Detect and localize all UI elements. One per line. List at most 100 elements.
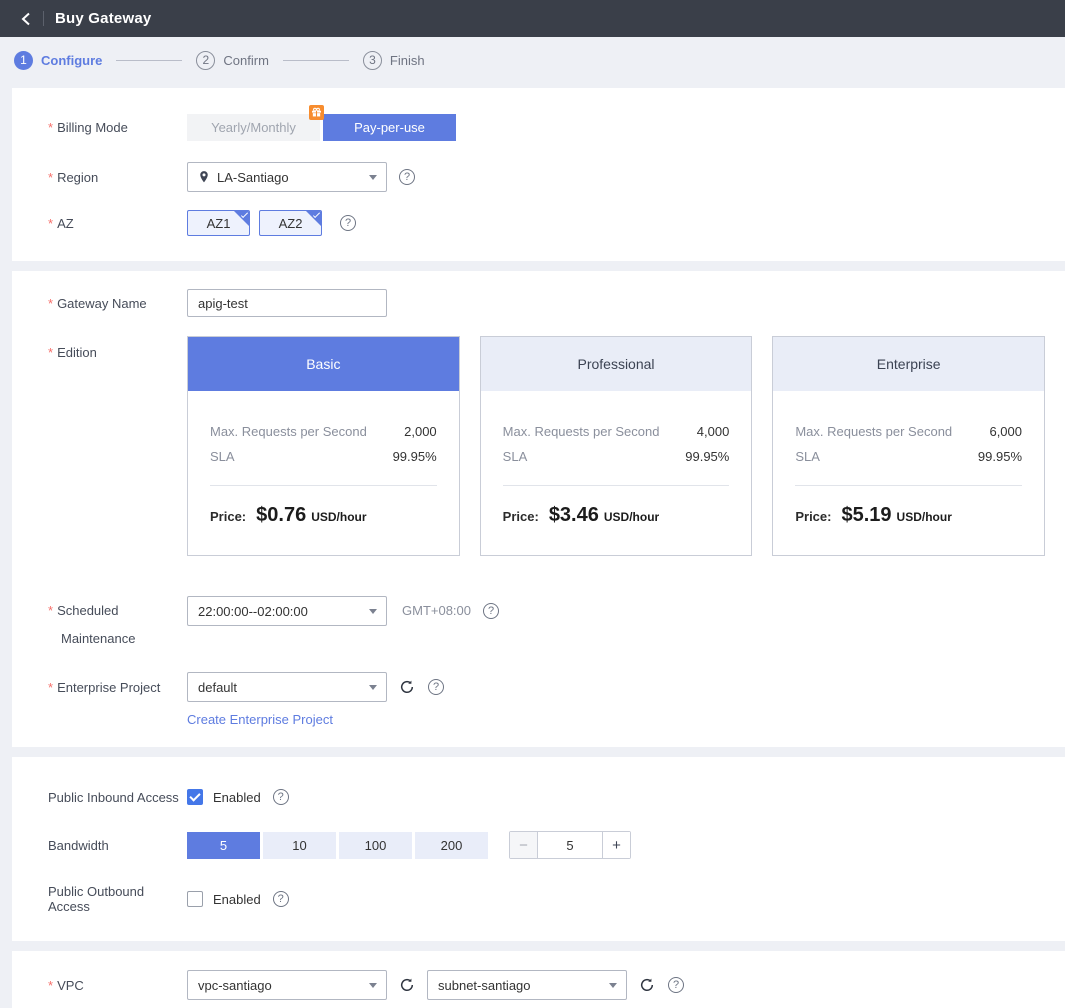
price-value: $3.46: [549, 504, 599, 527]
region-row: *Region LA-Santiago ?: [12, 162, 1065, 192]
timezone-label: GMT+08:00: [402, 596, 471, 626]
edition-card-enterprise[interactable]: Enterprise Max. Requests per Second 6,00…: [772, 336, 1045, 556]
public-outbound-checkbox[interactable]: [187, 891, 203, 907]
enterprise-project-refresh-button[interactable]: [398, 678, 416, 696]
region-select-value: LA-Santiago: [217, 170, 289, 185]
gateway-name-input[interactable]: [187, 289, 387, 317]
vpc-card: *VPC vpc-santiago subnet-santiago ?: [12, 951, 1065, 1008]
max-requests-value: 6,000: [989, 424, 1022, 439]
edition-enterprise-body: Max. Requests per Second 6,000 SLA 99.95…: [773, 424, 1044, 527]
edition-row: *Edition Basic Max. Requests per Second …: [12, 336, 1065, 556]
enterprise-project-help-icon[interactable]: ?: [428, 679, 444, 695]
billing-pay-per-use-label: Pay-per-use: [354, 120, 425, 135]
sla-label: SLA: [210, 449, 235, 464]
public-outbound-row: Public Outbound Access Enabled ?: [12, 884, 1065, 914]
edition-card-professional[interactable]: Professional Max. Requests per Second 4,…: [480, 336, 753, 556]
az-help-icon[interactable]: ?: [340, 215, 356, 231]
refresh-icon: [399, 679, 415, 695]
max-requests-label: Max. Requests per Second: [503, 424, 660, 439]
max-requests-label: Max. Requests per Second: [795, 424, 952, 439]
required-marker: *: [48, 345, 53, 360]
divider: [210, 485, 437, 486]
vpc-select-value: vpc-santiago: [198, 978, 272, 993]
bandwidth-value-input[interactable]: [538, 832, 602, 858]
refresh-icon: [639, 977, 655, 993]
billing-yearly-monthly-button[interactable]: Yearly/Monthly: [187, 114, 320, 141]
gift-promo-icon: [309, 105, 324, 120]
step-2-circle: 2: [196, 51, 215, 70]
spec-row: Max. Requests per Second 4,000: [503, 424, 730, 439]
sla-label: SLA: [795, 449, 820, 464]
bandwidth-stepper: − +: [509, 831, 631, 859]
billing-mode-row: *Billing Mode Yearly/Monthly Pay-per-use: [12, 114, 1065, 141]
back-button[interactable]: [16, 9, 36, 29]
required-marker: *: [48, 978, 53, 993]
public-inbound-help-icon[interactable]: ?: [273, 789, 289, 805]
edition-basic-body: Max. Requests per Second 2,000 SLA 99.95…: [188, 424, 459, 527]
subnet-select[interactable]: subnet-santiago: [427, 970, 627, 1000]
create-enterprise-project-link[interactable]: Create Enterprise Project: [187, 712, 333, 727]
public-inbound-label: Public Inbound Access: [12, 790, 187, 805]
bandwidth-option-100[interactable]: 100: [339, 832, 412, 859]
required-marker: *: [48, 120, 53, 135]
enterprise-project-select[interactable]: default: [187, 672, 387, 702]
az1-chip[interactable]: AZ1: [187, 210, 250, 236]
step-finish: 3 Finish: [363, 51, 425, 70]
subnet-refresh-button[interactable]: [638, 976, 656, 994]
bandwidth-option-10[interactable]: 10: [263, 832, 336, 859]
az2-chip-label: AZ2: [279, 216, 303, 231]
price-label: Price:: [503, 509, 539, 524]
enterprise-project-row: *Enterprise Project default ?: [12, 672, 1065, 702]
price-value: $0.76: [256, 504, 306, 527]
az2-chip[interactable]: AZ2: [259, 210, 322, 236]
step-2-label: Confirm: [223, 53, 269, 68]
map-pin-icon: [198, 170, 210, 184]
bandwidth-option-5[interactable]: 5: [187, 832, 260, 859]
billing-mode-label: *Billing Mode: [12, 120, 187, 135]
chevron-down-icon: [369, 983, 377, 988]
public-inbound-enabled-label: Enabled: [213, 790, 261, 805]
scheduled-maintenance-label: *Scheduled Maintenance: [12, 596, 187, 652]
step-connector: [116, 60, 182, 61]
vpc-select[interactable]: vpc-santiago: [187, 970, 387, 1000]
vpc-refresh-button[interactable]: [398, 976, 416, 994]
required-marker: *: [48, 296, 53, 311]
public-inbound-checkbox[interactable]: [187, 789, 203, 805]
spec-row: SLA 99.95%: [795, 449, 1022, 464]
required-marker: *: [48, 680, 53, 695]
price-unit: USD/hour: [311, 510, 366, 524]
gateway-name-label: *Gateway Name: [12, 296, 187, 311]
basic-settings-card: *Billing Mode Yearly/Monthly Pay-per-use…: [12, 88, 1065, 261]
max-requests-value: 4,000: [697, 424, 730, 439]
price-label: Price:: [795, 509, 831, 524]
chevron-down-icon: [609, 983, 617, 988]
public-outbound-label: Public Outbound Access: [12, 884, 187, 914]
header-divider: [43, 11, 44, 26]
max-requests-label: Max. Requests per Second: [210, 424, 367, 439]
bandwidth-option-200[interactable]: 200: [415, 832, 488, 859]
public-outbound-help-icon[interactable]: ?: [273, 891, 289, 907]
edition-professional-body: Max. Requests per Second 4,000 SLA 99.95…: [481, 424, 752, 527]
region-help-icon[interactable]: ?: [399, 169, 415, 185]
az-label: *AZ: [12, 216, 187, 231]
az1-chip-label: AZ1: [207, 216, 231, 231]
spec-row: Max. Requests per Second 6,000: [795, 424, 1022, 439]
billing-pay-per-use-button[interactable]: Pay-per-use: [323, 114, 456, 141]
bandwidth-increase-button[interactable]: +: [602, 832, 630, 858]
sla-value: 99.95%: [685, 449, 729, 464]
vpc-label: *VPC: [12, 978, 187, 993]
scheduled-maintenance-help-icon[interactable]: ?: [483, 603, 499, 619]
edition-card-basic[interactable]: Basic Max. Requests per Second 2,000 SLA…: [187, 336, 460, 556]
spec-row: Max. Requests per Second 2,000: [210, 424, 437, 439]
price-unit: USD/hour: [897, 510, 952, 524]
vpc-help-icon[interactable]: ?: [668, 977, 684, 993]
chevron-down-icon: [369, 175, 377, 180]
bandwidth-row: Bandwidth 5 10 100 200 − +: [12, 831, 1065, 859]
scheduled-maintenance-select[interactable]: 22:00:00--02:00:00: [187, 596, 387, 626]
step-configure: 1 Configure: [14, 51, 102, 70]
step-3-label: Finish: [390, 53, 425, 68]
bandwidth-decrease-button[interactable]: −: [510, 832, 538, 858]
billing-yearly-monthly-label: Yearly/Monthly: [211, 120, 296, 135]
enterprise-project-label: *Enterprise Project: [12, 680, 187, 695]
region-select[interactable]: LA-Santiago: [187, 162, 387, 192]
